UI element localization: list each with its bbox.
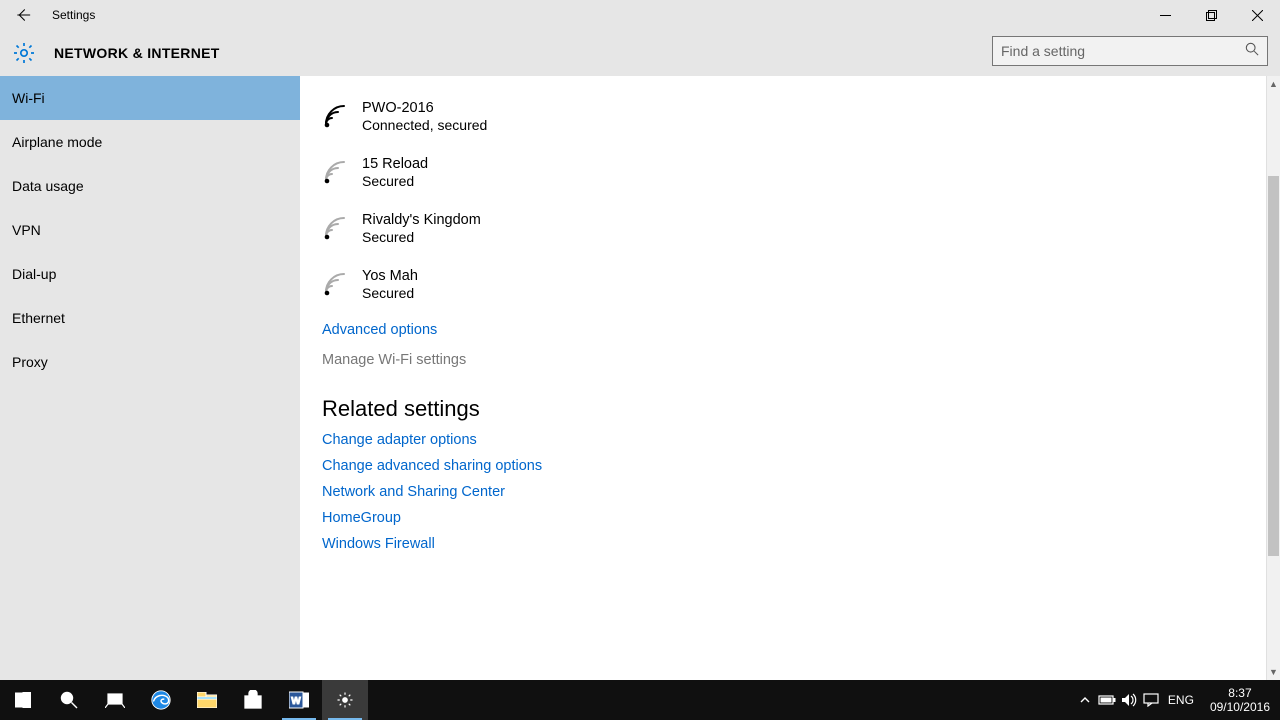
scrollbar[interactable]: ▲ ▼ <box>1266 76 1280 680</box>
search-box[interactable] <box>992 36 1268 66</box>
action-center-icon[interactable] <box>1140 680 1162 720</box>
minimize-button[interactable] <box>1142 0 1188 30</box>
wifi-icon <box>322 214 350 242</box>
advanced-options-link[interactable]: Advanced options <box>322 322 1258 338</box>
start-button[interactable] <box>0 680 46 720</box>
sidebar: Wi-Fi Airplane mode Data usage VPN Dial-… <box>0 76 300 680</box>
clock-time: 8:37 <box>1210 686 1270 700</box>
settings-taskbar-button[interactable] <box>322 680 368 720</box>
wifi-status: Secured <box>362 285 418 301</box>
task-view-button[interactable] <box>92 680 138 720</box>
clock[interactable]: 8:37 09/10/2016 <box>1200 686 1280 714</box>
sidebar-item-vpn[interactable]: VPN <box>0 208 300 252</box>
battery-icon[interactable] <box>1096 680 1118 720</box>
related-link[interactable]: Change advanced sharing options <box>322 458 1258 474</box>
sidebar-item-airplane-mode[interactable]: Airplane mode <box>0 120 300 164</box>
related-link[interactable]: HomeGroup <box>322 510 1258 526</box>
tray-overflow-icon[interactable] <box>1074 680 1096 720</box>
content-pane: PWO-2016 Connected, secured 15 Reload Se… <box>300 76 1280 680</box>
svg-text:W: W <box>291 696 301 707</box>
scroll-up-arrow-icon[interactable]: ▲ <box>1267 76 1280 92</box>
wifi-name: PWO-2016 <box>362 100 487 116</box>
word-taskbar-button[interactable]: W <box>276 680 322 720</box>
volume-icon[interactable] <box>1118 680 1140 720</box>
wifi-status: Secured <box>362 173 428 189</box>
file-explorer-taskbar-button[interactable] <box>184 680 230 720</box>
wifi-name: Yos Mah <box>362 268 418 284</box>
related-settings-heading: Related settings <box>322 396 1258 422</box>
search-input[interactable] <box>1001 43 1245 59</box>
related-link[interactable]: Network and Sharing Center <box>322 484 1258 500</box>
store-taskbar-button[interactable] <box>230 680 276 720</box>
edge-taskbar-button[interactable] <box>138 680 184 720</box>
wifi-icon <box>322 158 350 186</box>
gear-icon <box>12 41 36 65</box>
close-button[interactable] <box>1234 0 1280 30</box>
wifi-status: Connected, secured <box>362 117 487 133</box>
taskbar: W ENG 8:37 09/10/2016 <box>0 680 1280 720</box>
related-link[interactable]: Change adapter options <box>322 432 1258 448</box>
scroll-down-arrow-icon[interactable]: ▼ <box>1267 664 1280 680</box>
language-indicator[interactable]: ENG <box>1162 693 1200 707</box>
sidebar-item-proxy[interactable]: Proxy <box>0 340 300 384</box>
sidebar-item-ethernet[interactable]: Ethernet <box>0 296 300 340</box>
page-title: NETWORK & INTERNET <box>54 45 220 61</box>
sidebar-item-dial-up[interactable]: Dial-up <box>0 252 300 296</box>
wifi-icon <box>322 270 350 298</box>
wifi-network[interactable]: Yos Mah Secured <box>322 256 1258 312</box>
wifi-network[interactable]: PWO-2016 Connected, secured <box>322 88 1258 144</box>
sidebar-item-wifi[interactable]: Wi-Fi <box>0 76 300 120</box>
wifi-status: Secured <box>362 229 481 245</box>
scroll-thumb[interactable] <box>1268 176 1279 556</box>
wifi-icon <box>322 102 350 130</box>
wifi-network[interactable]: 15 Reload Secured <box>322 144 1258 200</box>
wifi-network[interactable]: Rivaldy's Kingdom Secured <box>322 200 1258 256</box>
related-link[interactable]: Windows Firewall <box>322 536 1258 552</box>
clock-date: 09/10/2016 <box>1210 700 1270 714</box>
maximize-button[interactable] <box>1188 0 1234 30</box>
wifi-name: 15 Reload <box>362 156 428 172</box>
wifi-name: Rivaldy's Kingdom <box>362 212 481 228</box>
sidebar-item-data-usage[interactable]: Data usage <box>0 164 300 208</box>
search-icon <box>1245 42 1259 61</box>
window-title: Settings <box>52 8 95 22</box>
manage-wifi-settings-link[interactable]: Manage Wi-Fi settings <box>322 352 1258 368</box>
search-taskbar-button[interactable] <box>46 680 92 720</box>
back-button[interactable] <box>0 0 46 30</box>
